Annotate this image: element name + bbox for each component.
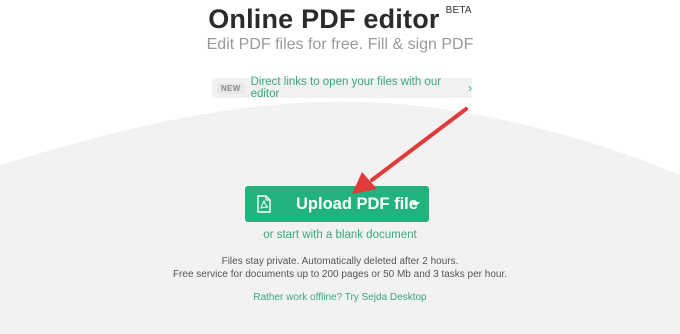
new-badge: NEW bbox=[217, 82, 245, 94]
page-title-text: Online PDF editor bbox=[208, 4, 440, 34]
beta-label: BETA bbox=[445, 5, 472, 16]
pdf-file-icon bbox=[256, 195, 272, 213]
page-subtitle: Edit PDF files for free. Fill & sign PDF bbox=[206, 36, 474, 53]
upload-pdf-button[interactable]: Upload PDF file bbox=[245, 186, 429, 222]
privacy-notice: Files stay private. Automatically delete… bbox=[0, 255, 680, 281]
caret-down-icon[interactable] bbox=[403, 186, 429, 222]
privacy-line-2: Free service for documents up to 200 pag… bbox=[172, 269, 508, 280]
offline-desktop-link[interactable]: Rather work offline? Try Sejda Desktop bbox=[0, 292, 680, 303]
news-banner[interactable]: NEW Direct links to open your files with… bbox=[212, 76, 472, 100]
privacy-line-1: Files stay private. Automatically delete… bbox=[221, 256, 459, 267]
page-title: Online PDF editor BETA bbox=[0, 4, 680, 35]
news-link[interactable]: Direct links to open your files with our… bbox=[251, 76, 465, 100]
chevron-right-icon: › bbox=[468, 81, 472, 95]
blank-document-link[interactable]: or start with a blank document bbox=[0, 229, 680, 241]
upload-button-label: Upload PDF file bbox=[296, 194, 418, 213]
